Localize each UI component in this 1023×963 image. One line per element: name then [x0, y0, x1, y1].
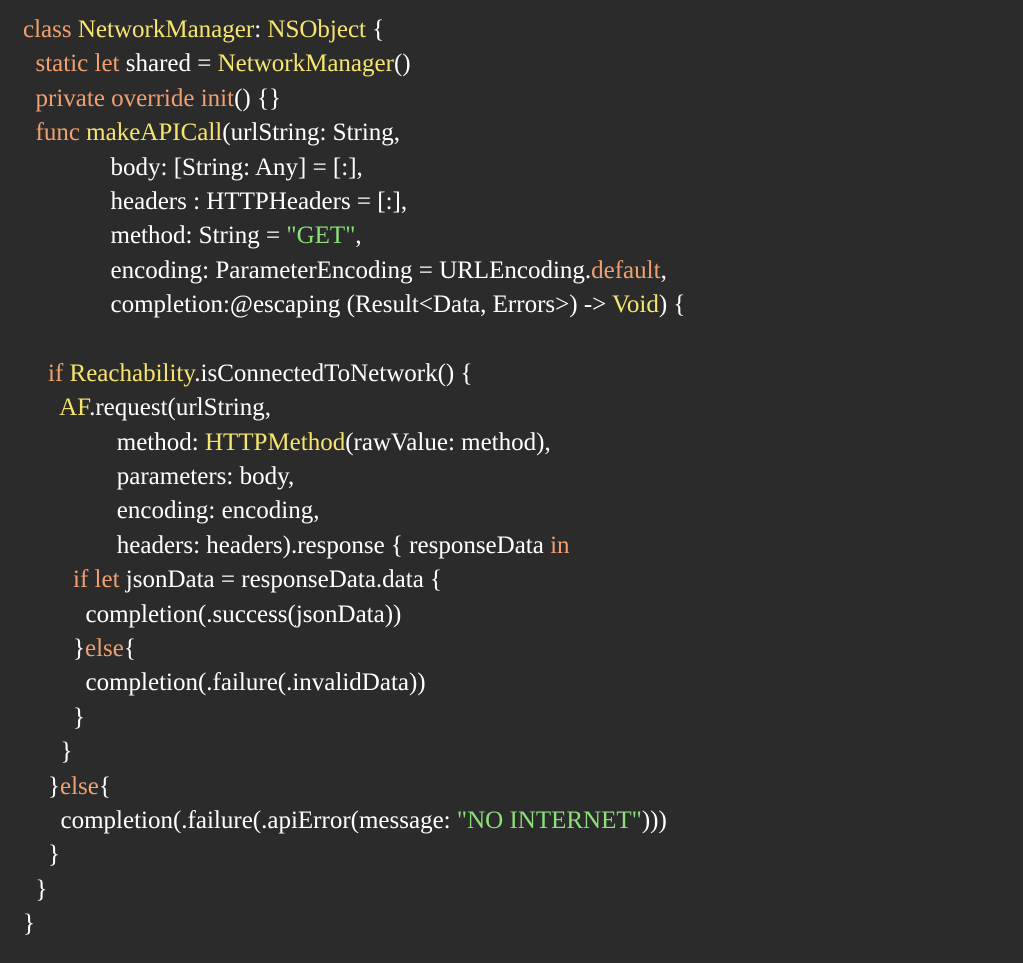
code-token: } [23, 910, 35, 938]
code-token: : [254, 16, 268, 43]
code-line: func makeAPICall(urlString: String, [23, 116, 1023, 150]
code-token: .isConnectedToNetwork() { [194, 359, 473, 387]
code-token: , [355, 222, 362, 250]
code-token: encoding: ParameterEncoding = URLEncodin… [23, 256, 592, 284]
code-line: encoding: ParameterEncoding = URLEncodin… [23, 254, 1023, 288]
code-line: }else{ [23, 770, 1023, 804]
code-token: "GET" [286, 222, 356, 250]
code-token: (rawValue: method), [345, 428, 551, 456]
code-line: method: String = "GET", [23, 219, 1023, 253]
code-token: ) { [658, 291, 686, 319]
code-token: "NO INTERNET" [456, 806, 642, 834]
code-token: , [660, 256, 667, 284]
code-token: NetworkManager [77, 16, 255, 43]
code-token: private [35, 84, 105, 112]
code-token: method: String = [23, 222, 287, 250]
code-token: if [73, 566, 89, 594]
code-token: makeAPICall [86, 119, 223, 147]
code-line: completion(.failure(.apiError(message: "… [23, 804, 1023, 838]
code-token: encoding: encoding, [23, 497, 320, 525]
code-token: ))) [641, 806, 667, 834]
code-token: } [23, 841, 60, 869]
code-token: completion(.success(jsonData)) [23, 600, 402, 628]
code-token: } [23, 738, 73, 766]
code-token: method: [23, 428, 205, 456]
code-token: jsonData = responseData.data { [119, 566, 443, 594]
code-token: () {} [234, 84, 281, 112]
code-token: headers: headers).response { responseDat… [23, 531, 551, 559]
code-token: headers : HTTPHeaders = [:], [23, 187, 408, 215]
code-token: func [35, 119, 80, 147]
code-line: method: HTTPMethod(rawValue: method), [23, 426, 1023, 460]
code-token: default [591, 256, 661, 284]
code-token: body: [String: Any] = [:], [23, 153, 363, 181]
code-line: completion(.failure(.invalidData)) [23, 666, 1023, 700]
code-token: Reachability [69, 359, 195, 387]
code-token: Void [612, 291, 659, 319]
code-line: headers: headers).response { responseDat… [23, 529, 1023, 563]
code-block: class NetworkManager: NSObject { static … [23, 13, 1023, 942]
code-token: completion(.failure(.apiError(message: [23, 806, 457, 834]
code-line: AF.request(urlString, [23, 391, 1023, 425]
code-token: static [35, 50, 89, 78]
code-line: completion:@escaping (Result<Data, Error… [23, 288, 1023, 322]
code-line: encoding: encoding, [23, 494, 1023, 528]
code-token: HTTPMethod [204, 428, 346, 456]
code-token: (urlString: String, [222, 119, 401, 147]
code-token: } [23, 703, 85, 731]
code-line: } [23, 735, 1023, 769]
code-token: { [366, 16, 385, 43]
code-token: in [550, 531, 570, 559]
code-token: completion(.failure(.invalidData)) [23, 669, 426, 697]
code-line: if let jsonData = responseData.data { [23, 563, 1023, 597]
code-token: NetworkManager [217, 50, 394, 78]
code-token: { [123, 635, 136, 663]
code-token: { [98, 772, 111, 800]
code-line: if Reachability.isConnectedToNetwork() { [23, 357, 1023, 391]
code-token: override [111, 84, 195, 112]
code-line: } [23, 873, 1023, 907]
code-token: class [23, 16, 72, 43]
code-line: private override init() {} [23, 82, 1023, 116]
code-line: } [23, 701, 1023, 735]
code-token: AF [59, 394, 90, 422]
code-token: } [23, 635, 85, 663]
code-line: } [23, 907, 1023, 941]
code-token: parameters: body, [23, 463, 295, 491]
code-token: completion:@escaping (Result<Data, Error… [23, 291, 613, 319]
code-token: if [48, 359, 64, 387]
code-token: let [94, 566, 120, 594]
code-token: init [200, 84, 235, 112]
code-panel: class NetworkManager: NSObject { static … [0, 0, 1023, 963]
code-line: } [23, 838, 1023, 872]
code-line: headers : HTTPHeaders = [:], [23, 185, 1023, 219]
code-token: } [23, 772, 60, 800]
code-line: }else{ [23, 632, 1023, 666]
code-line: parameters: body, [23, 460, 1023, 494]
code-line: completion(.success(jsonData)) [23, 598, 1023, 632]
code-token: else [60, 772, 99, 800]
code-token: .request(urlString, [89, 394, 272, 422]
code-token: } [23, 875, 48, 903]
code-token: else [85, 635, 124, 663]
code-token: let [94, 50, 120, 78]
code-line: body: [String: Any] = [:], [23, 151, 1023, 185]
code-token: () [393, 50, 411, 78]
code-line: class NetworkManager: NSObject { [23, 13, 1023, 47]
code-token: shared = [119, 50, 218, 78]
code-line: static let shared = NetworkManager() [23, 47, 1023, 81]
code-token: NSObject [267, 16, 366, 43]
code-line [23, 323, 1023, 357]
